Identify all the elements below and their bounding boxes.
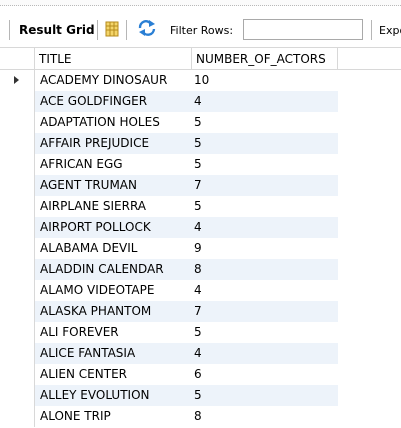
- row-indicator[interactable]: [0, 112, 35, 133]
- result-toolbar: Result Grid Filter Rows: Expo: [0, 17, 401, 44]
- row-indicator[interactable]: [0, 259, 35, 280]
- filter-rows-input[interactable]: [243, 19, 363, 40]
- cell-title[interactable]: AIRPLANE SIERRA: [35, 196, 192, 217]
- cell-number-of-actors[interactable]: 9: [192, 238, 338, 259]
- row-indicator[interactable]: [0, 238, 35, 259]
- cell-number-of-actors[interactable]: 4: [192, 91, 338, 112]
- table-row[interactable]: ACE GOLDFINGER 4: [0, 91, 338, 112]
- export-button[interactable]: Expo: [379, 24, 401, 37]
- cell-title[interactable]: ALONE TRIP: [35, 406, 192, 427]
- cell-title[interactable]: ADAPTATION HOLES: [35, 112, 192, 133]
- cell-number-of-actors[interactable]: 8: [192, 406, 338, 427]
- toolbar-separator: [371, 20, 372, 40]
- table-row[interactable]: ALIEN CENTER 6: [0, 364, 338, 385]
- toolbar-separator: [126, 20, 127, 40]
- cell-number-of-actors[interactable]: 4: [192, 217, 338, 238]
- cell-number-of-actors[interactable]: 5: [192, 196, 338, 217]
- cell-title[interactable]: ACADEMY DINOSAUR: [35, 70, 192, 91]
- refresh-icon[interactable]: [136, 19, 158, 37]
- table-row[interactable]: ADAPTATION HOLES 5: [0, 112, 338, 133]
- cell-title[interactable]: ACE GOLDFINGER: [35, 91, 192, 112]
- cell-title[interactable]: ALLEY EVOLUTION: [35, 385, 192, 406]
- row-indicator[interactable]: [0, 406, 35, 427]
- toolbar-separator: [9, 20, 10, 40]
- table-row[interactable]: ALICE FANTASIA 4: [0, 343, 338, 364]
- row-indicator[interactable]: [0, 70, 35, 91]
- cell-title[interactable]: ALADDIN CALENDAR: [35, 259, 192, 280]
- cell-number-of-actors[interactable]: 7: [192, 175, 338, 196]
- result-grid-tab[interactable]: Result Grid: [19, 23, 95, 37]
- cell-title[interactable]: ALIEN CENTER: [35, 364, 192, 385]
- row-indicator[interactable]: [0, 364, 35, 385]
- top-divider: [0, 0, 401, 6]
- grid-header: TITLE NUMBER_OF_ACTORS: [0, 47, 401, 70]
- row-indicator[interactable]: [0, 322, 35, 343]
- row-indicator[interactable]: [0, 280, 35, 301]
- cell-number-of-actors[interactable]: 8: [192, 259, 338, 280]
- row-indicator-header: [0, 48, 35, 70]
- cell-number-of-actors[interactable]: 7: [192, 301, 338, 322]
- cell-number-of-actors[interactable]: 4: [192, 280, 338, 301]
- cell-number-of-actors[interactable]: 10: [192, 70, 338, 91]
- column-header-title[interactable]: TITLE: [35, 48, 192, 70]
- cell-title[interactable]: ALASKA PHANTOM: [35, 301, 192, 322]
- cell-title[interactable]: AGENT TRUMAN: [35, 175, 192, 196]
- row-indicator[interactable]: [0, 154, 35, 175]
- cell-title[interactable]: ALI FOREVER: [35, 322, 192, 343]
- cell-title[interactable]: ALABAMA DEVIL: [35, 238, 192, 259]
- table-row[interactable]: ALLEY EVOLUTION 5: [0, 385, 338, 406]
- filter-rows-label: Filter Rows:: [170, 24, 234, 37]
- column-header-number-of-actors[interactable]: NUMBER_OF_ACTORS: [192, 48, 338, 70]
- table-row[interactable]: ALONE TRIP 8: [0, 406, 338, 427]
- cell-number-of-actors[interactable]: 6: [192, 364, 338, 385]
- table-row[interactable]: AFFAIR PREJUDICE 5: [0, 133, 338, 154]
- row-indicator[interactable]: [0, 133, 35, 154]
- table-row[interactable]: AIRPLANE SIERRA 5: [0, 196, 338, 217]
- cell-number-of-actors[interactable]: 4: [192, 343, 338, 364]
- table-row[interactable]: ALADDIN CALENDAR 8: [0, 259, 338, 280]
- table-row[interactable]: ALI FOREVER 5: [0, 322, 338, 343]
- row-indicator[interactable]: [0, 91, 35, 112]
- current-row-arrow-icon: [14, 76, 19, 84]
- row-indicator[interactable]: [0, 343, 35, 364]
- cell-title[interactable]: AFFAIR PREJUDICE: [35, 133, 192, 154]
- cell-number-of-actors[interactable]: 5: [192, 154, 338, 175]
- toolbar-separator: [97, 20, 98, 40]
- row-indicator[interactable]: [0, 301, 35, 322]
- cell-title[interactable]: AFRICAN EGG: [35, 154, 192, 175]
- table-row[interactable]: ALASKA PHANTOM 7: [0, 301, 338, 322]
- cell-title[interactable]: AIRPORT POLLOCK: [35, 217, 192, 238]
- row-indicator[interactable]: [0, 385, 35, 406]
- grid-layout-icon[interactable]: [105, 21, 119, 37]
- cell-title[interactable]: ALICE FANTASIA: [35, 343, 192, 364]
- row-indicator[interactable]: [0, 217, 35, 238]
- table-row[interactable]: ALABAMA DEVIL 9: [0, 238, 338, 259]
- table-row[interactable]: AGENT TRUMAN 7: [0, 175, 338, 196]
- table-row[interactable]: AFRICAN EGG 5: [0, 154, 338, 175]
- cell-number-of-actors[interactable]: 5: [192, 385, 338, 406]
- cell-number-of-actors[interactable]: 5: [192, 112, 338, 133]
- cell-number-of-actors[interactable]: 5: [192, 322, 338, 343]
- cell-title[interactable]: ALAMO VIDEOTAPE: [35, 280, 192, 301]
- table-row[interactable]: ALAMO VIDEOTAPE 4: [0, 280, 338, 301]
- table-row[interactable]: ACADEMY DINOSAUR 10: [0, 70, 338, 91]
- table-row[interactable]: AIRPORT POLLOCK 4: [0, 217, 338, 238]
- row-indicator[interactable]: [0, 196, 35, 217]
- cell-number-of-actors[interactable]: 5: [192, 133, 338, 154]
- row-indicator[interactable]: [0, 175, 35, 196]
